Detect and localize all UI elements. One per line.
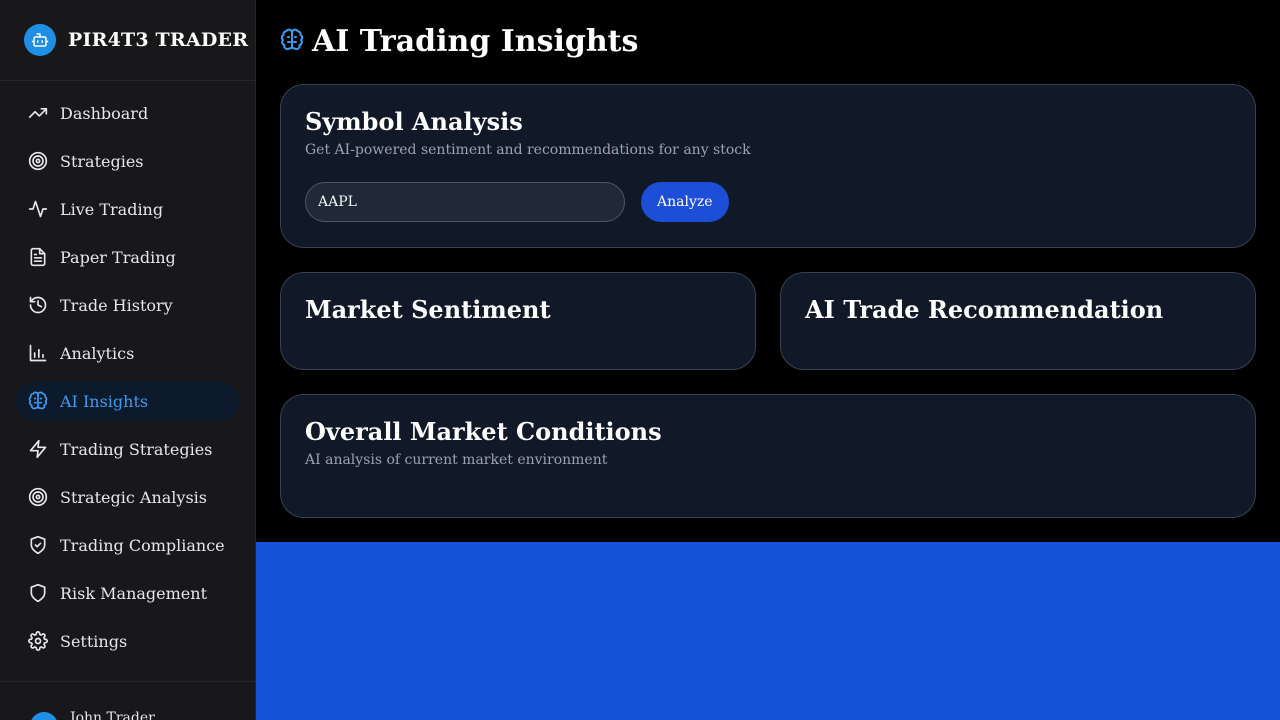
sidebar: PIR4T3 TRADER Dashboard Strategies Live …: [0, 0, 256, 720]
robot-icon: [24, 24, 56, 56]
blue-panel: [256, 542, 1280, 720]
sidebar-item-settings[interactable]: Settings: [16, 621, 239, 661]
sidebar-item-strategies[interactable]: Strategies: [16, 141, 239, 181]
sidebar-item-label: Risk Management: [60, 583, 208, 603]
card-title: AI Trade Recommendation: [805, 295, 1164, 324]
page-title: AI Trading Insights: [312, 24, 639, 59]
shield-check-icon: [28, 535, 48, 555]
overall-market-conditions-card: Overall Market Conditions AI analysis of…: [280, 394, 1256, 518]
sidebar-item-label: Analytics: [60, 343, 135, 363]
brain-icon: [280, 28, 312, 56]
symbol-input[interactable]: [305, 182, 625, 222]
sidebar-item-label: Live Trading: [60, 199, 164, 219]
card-title: Symbol Analysis: [305, 107, 523, 136]
gear-icon: [28, 631, 48, 651]
zap-icon: [28, 439, 48, 459]
sidebar-item-ai-insights[interactable]: AI Insights: [16, 381, 239, 421]
sidebar-item-label: Dashboard: [60, 103, 149, 123]
sidebar-item-label: Strategic Analysis: [60, 487, 207, 507]
sidebar-item-trade-history[interactable]: Trade History: [16, 285, 239, 325]
card-title: Overall Market Conditions: [305, 417, 662, 446]
sidebar-item-analytics[interactable]: Analytics: [16, 333, 239, 373]
sidebar-item-label: Trading Compliance: [60, 535, 225, 555]
card-title: Market Sentiment: [305, 295, 551, 324]
brand-title: PIR4T3 TRADER: [68, 29, 249, 51]
sidebar-item-trading-strategies[interactable]: Trading Strategies: [16, 429, 239, 469]
card-subtitle: AI analysis of current market environmen…: [305, 452, 608, 468]
sidebar-nav: Dashboard Strategies Live Trading Paper …: [0, 81, 255, 661]
file-text-icon: [28, 247, 48, 267]
bar-chart-icon: [28, 343, 48, 363]
sidebar-item-risk-management[interactable]: Risk Management: [16, 573, 239, 613]
target-icon: [28, 487, 48, 507]
sidebar-item-label: Paper Trading: [60, 247, 176, 267]
sidebar-item-strategic-analysis[interactable]: Strategic Analysis: [16, 477, 239, 517]
history-icon: [28, 295, 48, 315]
sidebar-item-label: AI Insights: [60, 391, 149, 411]
sidebar-item-dashboard[interactable]: Dashboard: [16, 93, 239, 133]
target-icon: [28, 151, 48, 171]
shield-icon: [28, 583, 48, 603]
market-sentiment-card: Market Sentiment: [280, 272, 756, 370]
sidebar-item-label: Trade History: [60, 295, 173, 315]
brand[interactable]: PIR4T3 TRADER: [0, 0, 255, 81]
sidebar-item-label: Trading Strategies: [60, 439, 213, 459]
user-name: John Trader: [70, 710, 155, 720]
symbol-analysis-card: Symbol Analysis Get AI-powered sentiment…: [280, 84, 1256, 248]
analyze-button[interactable]: Analyze: [641, 182, 729, 222]
card-subtitle: Get AI-powered sentiment and recommendat…: [305, 142, 751, 158]
main-content: AI Trading Insights Symbol Analysis Get …: [256, 0, 1280, 542]
sidebar-item-trading-compliance[interactable]: Trading Compliance: [16, 525, 239, 565]
sidebar-item-label: Strategies: [60, 151, 144, 171]
activity-icon: [28, 199, 48, 219]
sidebar-item-paper-trading[interactable]: Paper Trading: [16, 237, 239, 277]
user-profile[interactable]: John Trader: [0, 681, 255, 720]
brain-icon: [28, 391, 48, 411]
trending-up-icon: [28, 103, 48, 123]
symbol-form: Analyze: [305, 182, 1231, 222]
sidebar-item-live-trading[interactable]: Live Trading: [16, 189, 239, 229]
sidebar-item-label: Settings: [60, 631, 128, 651]
trade-recommendation-card: AI Trade Recommendation: [780, 272, 1256, 370]
avatar: [30, 712, 58, 720]
page-header: AI Trading Insights: [280, 24, 638, 59]
